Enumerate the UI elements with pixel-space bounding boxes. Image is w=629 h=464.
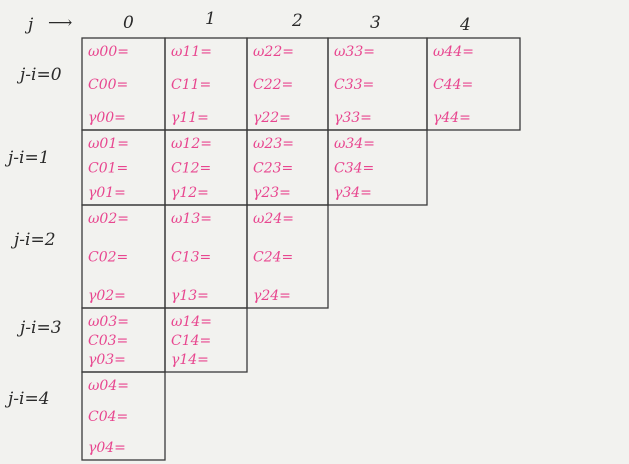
cell-cost: C13= [171, 250, 211, 266]
table-cell: ω14= C14= γ14= [164, 307, 248, 373]
cell-root: γ01= [88, 185, 126, 201]
cell-root: γ11= [171, 110, 209, 126]
cell-cost: C01= [88, 161, 128, 177]
cell-weight: ω13= [171, 211, 212, 227]
cell-cost: C00= [88, 77, 128, 93]
table-cell: ω13= C13= γ13= [164, 204, 248, 309]
cell-root: γ03= [88, 352, 126, 368]
cell-cost: C33= [334, 77, 374, 93]
cell-cost: C34= [334, 161, 374, 177]
cell-weight: ω00= [88, 44, 129, 60]
cell-root: γ23= [253, 185, 291, 201]
cell-weight: ω02= [88, 211, 129, 227]
row-label-1: j-i=1 [4, 148, 50, 168]
cell-weight: ω24= [253, 211, 294, 227]
cell-root: γ04= [88, 440, 126, 456]
dp-grid: ω00= C00= γ00= ω11= C11= γ11= ω22= C22= γ22= ω33=… [81, 37, 521, 461]
table-cell: ω22= C22= γ22= [246, 37, 329, 131]
column-header-3: 3 [370, 13, 381, 33]
column-header-0: 0 [123, 13, 134, 33]
cell-cost: C04= [88, 409, 128, 425]
cell-cost: C24= [253, 250, 293, 266]
table-cell: ω34= C34= γ34= [327, 129, 428, 206]
cell-cost: C02= [88, 250, 128, 266]
cell-cost: C03= [88, 333, 128, 349]
row-label-4: j-i=4 [4, 389, 50, 409]
cell-weight: ω04= [88, 378, 129, 394]
j-axis-label: j [24, 15, 34, 35]
cell-root: γ24= [253, 288, 291, 304]
cell-root: γ22= [253, 110, 291, 126]
cell-weight: ω23= [253, 136, 294, 152]
cell-root: γ14= [171, 352, 209, 368]
cell-root: γ13= [171, 288, 209, 304]
cell-cost: C22= [253, 77, 293, 93]
cell-cost: C11= [171, 77, 211, 93]
cell-cost: C12= [171, 161, 211, 177]
cell-root: γ44= [433, 110, 471, 126]
row-label-3: j-i=3 [16, 318, 62, 338]
column-header-1: 1 [205, 9, 216, 29]
table-cell: ω12= C12= γ12= [164, 129, 248, 206]
arrow-right-icon: ⟶ [48, 13, 72, 33]
table-cell: ω01= C01= γ01= [81, 129, 166, 206]
dp-table-board: j ⟶ 0 1 2 3 4 j-i=0 j-i=1 j-i=2 j-i=3 j-… [4, 9, 521, 461]
table-cell: ω24= C24= γ24= [246, 204, 329, 309]
table-cell: ω44= C44= γ44= [426, 37, 521, 131]
row-label-2: j-i=2 [10, 230, 56, 250]
table-cell: ω03= C03= γ03= [81, 307, 166, 373]
table-cell: ω00= C00= γ00= [81, 37, 166, 131]
cell-root: γ34= [334, 185, 372, 201]
table-cell: ω23= C23= γ23= [246, 129, 329, 206]
row-label-0: j-i=0 [16, 65, 62, 85]
column-header-4: 4 [459, 15, 471, 35]
cell-cost: C14= [171, 333, 211, 349]
cell-weight: ω03= [88, 314, 129, 330]
column-header-2: 2 [291, 11, 303, 31]
table-cell: ω02= C02= γ02= [81, 204, 166, 309]
table-cell: ω11= C11= γ11= [164, 37, 248, 131]
cell-weight: ω11= [171, 44, 212, 60]
cell-weight: ω14= [171, 314, 212, 330]
cell-weight: ω33= [334, 44, 375, 60]
cell-root: γ00= [88, 110, 126, 126]
cell-weight: ω12= [171, 136, 212, 152]
cell-root: γ12= [171, 185, 209, 201]
cell-weight: ω34= [334, 136, 375, 152]
cell-root: γ02= [88, 288, 126, 304]
cell-weight: ω01= [88, 136, 129, 152]
cell-weight: ω44= [433, 44, 474, 60]
table-cell: ω33= C33= γ33= [327, 37, 428, 131]
cell-weight: ω22= [253, 44, 294, 60]
table-cell: ω04= C04= γ04= [81, 371, 166, 461]
cell-cost: C44= [433, 77, 473, 93]
cell-cost: C23= [253, 161, 293, 177]
cell-root: γ33= [334, 110, 372, 126]
